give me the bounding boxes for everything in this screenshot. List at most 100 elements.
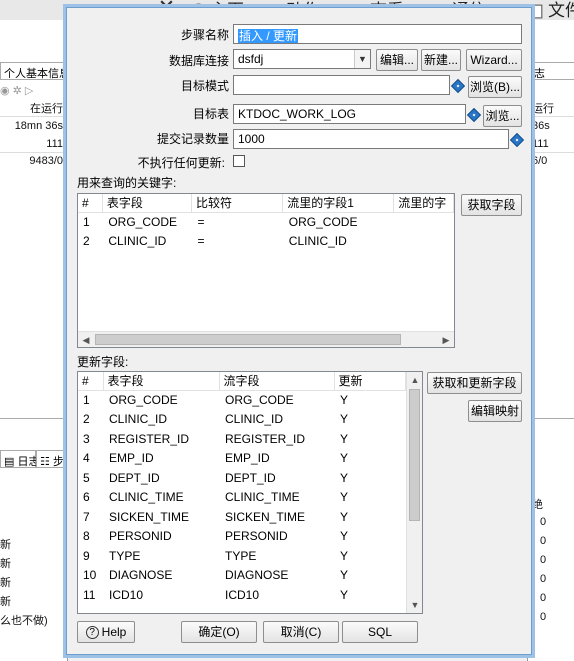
stream-field-cell[interactable]: TYPE <box>219 546 334 566</box>
column-header[interactable]: 比较符 <box>191 194 284 213</box>
get-update-fields-button[interactable]: 获取和更新字段 <box>427 372 522 394</box>
table-field-cell[interactable]: DEPT_ID <box>103 468 219 488</box>
tab-right-log[interactable]: 志 <box>530 62 574 80</box>
table-field-cell[interactable]: CLINIC_TIME <box>103 488 219 508</box>
scroll-right-icon[interactable]: ▶ <box>438 332 454 347</box>
edit-connection-button[interactable]: 编辑... <box>376 49 418 71</box>
row-number: 4 <box>83 451 90 466</box>
scroll-down-icon[interactable]: ▼ <box>407 597 422 613</box>
wizard-button[interactable]: Wizard... <box>466 49 522 71</box>
lookup-keys-label: 用来查询的关键字: <box>77 176 177 190</box>
table-field-cell[interactable]: CLINIC_ID <box>103 410 219 430</box>
update-flag-cell[interactable]: Y <box>334 507 405 527</box>
table-row[interactable]: 2 CLINIC_ID CLINIC_ID Y <box>78 410 405 430</box>
comparator-cell[interactable]: = <box>191 232 282 252</box>
step-name-input[interactable]: 插入 / 更新 <box>233 24 522 44</box>
table-field-cell[interactable]: REGISTER_ID <box>103 429 219 449</box>
table-field-cell[interactable]: DIAGNOSE <box>103 566 219 586</box>
stream-field-cell[interactable]: CLINIC_ID <box>283 232 394 252</box>
scroll-thumb[interactable] <box>409 389 420 521</box>
menu-file[interactable]: 文件 <box>528 0 574 21</box>
row-number: 9 <box>83 548 90 563</box>
table-field-cell[interactable]: ORG_CODE <box>103 390 219 410</box>
tab-personal-info[interactable]: 个人基本信息 <box>0 62 67 80</box>
update-flag-cell[interactable]: Y <box>334 468 405 488</box>
edit-mapping-button[interactable]: 编辑映射 <box>468 400 522 422</box>
column-header[interactable]: 流里的字段1 <box>282 194 395 213</box>
update-flag-cell[interactable]: Y <box>334 527 405 547</box>
table-field-cell[interactable]: ORG_CODE <box>102 212 191 232</box>
column-header[interactable]: # <box>78 372 104 391</box>
table-field-cell[interactable]: ICD10 <box>103 585 219 605</box>
target-table-input[interactable]: KTDOC_WORK_LOG <box>233 104 466 124</box>
browse-schema-button[interactable]: 浏览(B)... <box>468 76 522 98</box>
new-connection-button[interactable]: 新建... <box>421 49 461 71</box>
update-flag-cell[interactable]: Y <box>334 566 405 586</box>
column-header[interactable]: 表字段 <box>103 372 220 391</box>
table-row[interactable]: 2 CLINIC_ID = CLINIC_ID <box>78 232 454 252</box>
commit-size-input[interactable]: 1000 <box>233 129 509 149</box>
stream-field-cell[interactable]: PERSONID <box>219 527 334 547</box>
table-field-cell[interactable]: CLINIC_ID <box>102 232 191 252</box>
table-row[interactable]: 1 ORG_CODE = ORG_CODE <box>78 212 454 232</box>
table-field-cell[interactable]: SICKEN_TIME <box>103 507 219 527</box>
table-field-cell[interactable]: PERSONID <box>103 527 219 547</box>
stream-field-cell[interactable]: CLINIC_TIME <box>219 488 334 508</box>
table-row[interactable]: 7 SICKEN_TIME SICKEN_TIME Y <box>78 507 405 527</box>
update-flag-cell[interactable]: Y <box>334 585 405 605</box>
table-field-cell[interactable]: EMP_ID <box>103 449 219 469</box>
tab-log[interactable]: ▤ 日志 <box>0 450 39 468</box>
update-flag-cell[interactable]: Y <box>334 449 405 469</box>
table-row[interactable]: 4 EMP_ID EMP_ID Y <box>78 449 405 469</box>
stream-field-cell[interactable]: ICD10 <box>219 585 334 605</box>
table-row[interactable]: 10 DIAGNOSE DIAGNOSE Y <box>78 566 405 586</box>
update-fields-table[interactable]: # 表字段 流字段 更新 1 ORG_CODE ORG_CODE Y 2 CLINIC_I… <box>77 371 423 614</box>
stream-field-cell[interactable]: CLINIC_ID <box>219 410 334 430</box>
get-fields-button[interactable]: 获取字段 <box>461 194 522 216</box>
stream-field-cell[interactable]: ORG_CODE <box>283 212 394 232</box>
update-flag-cell[interactable]: Y <box>334 429 405 449</box>
update-flag-cell[interactable]: Y <box>334 546 405 566</box>
table-field-cell[interactable]: TYPE <box>103 546 219 566</box>
column-header[interactable]: 表字段 <box>102 194 192 213</box>
update-flag-cell[interactable]: Y <box>334 390 405 410</box>
stream-field-cell[interactable]: ORG_CODE <box>219 390 334 410</box>
table-row[interactable]: 11 ICD10 ICD10 Y <box>78 585 405 605</box>
browse-table-button[interactable]: 浏览... <box>483 105 522 127</box>
table-row[interactable]: 6 CLINIC_TIME CLINIC_TIME Y <box>78 488 405 508</box>
table-row[interactable]: 8 PERSONID PERSONID Y <box>78 527 405 547</box>
stream-field2-cell[interactable] <box>394 232 454 252</box>
no-update-checkbox[interactable] <box>233 155 245 167</box>
ok-button[interactable]: 确定(O) <box>181 621 257 643</box>
tab-step[interactable]: ☷ 步 <box>36 450 67 468</box>
comparator-cell[interactable]: = <box>191 212 282 232</box>
column-header[interactable]: 更新 <box>334 372 406 391</box>
variable-icon <box>509 132 525 148</box>
table-row[interactable]: 3 REGISTER_ID REGISTER_ID Y <box>78 429 405 449</box>
update-flag-cell[interactable]: Y <box>334 410 405 430</box>
table-row[interactable]: 5 DEPT_ID DEPT_ID Y <box>78 468 405 488</box>
stream-field-cell[interactable]: DEPT_ID <box>219 468 334 488</box>
column-header[interactable]: 流字段 <box>219 372 335 391</box>
help-button[interactable]: ? Help <box>77 621 135 643</box>
stream-field-cell[interactable]: REGISTER_ID <box>219 429 334 449</box>
horizontal-scrollbar[interactable]: ◀ ▶ <box>78 331 454 347</box>
stream-field-cell[interactable]: EMP_ID <box>219 449 334 469</box>
column-header[interactable]: 流里的字 <box>393 194 454 213</box>
scroll-thumb[interactable] <box>95 334 401 345</box>
scroll-up-icon[interactable]: ▲ <box>407 372 422 388</box>
table-row[interactable]: 1 ORG_CODE ORG_CODE Y <box>78 390 405 410</box>
lookup-keys-table[interactable]: # 表字段 比较符 流里的字段1 流里的字 1 ORG_CODE = ORG_C… <box>77 193 455 348</box>
update-flag-cell[interactable]: Y <box>334 488 405 508</box>
stream-field-cell[interactable]: DIAGNOSE <box>219 566 334 586</box>
db-connection-select[interactable]: dsfdj ▼ <box>233 49 371 69</box>
target-schema-input[interactable] <box>233 75 450 95</box>
sql-button[interactable]: SQL <box>342 621 418 643</box>
scroll-left-icon[interactable]: ◀ <box>78 332 94 347</box>
table-row[interactable]: 9 TYPE TYPE Y <box>78 546 405 566</box>
vertical-scrollbar[interactable]: ▲ ▼ <box>406 372 422 613</box>
stream-field-cell[interactable]: SICKEN_TIME <box>219 507 334 527</box>
column-header[interactable]: # <box>78 194 103 213</box>
stream-field2-cell[interactable] <box>394 212 454 232</box>
cancel-button[interactable]: 取消(C) <box>263 621 339 643</box>
